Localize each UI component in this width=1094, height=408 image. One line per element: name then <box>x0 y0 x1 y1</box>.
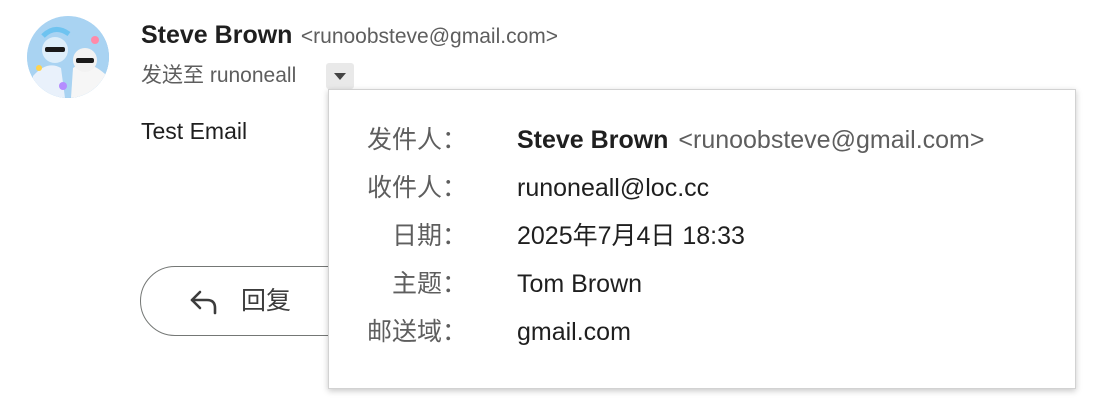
subject-value: Tom Brown <box>517 270 643 298</box>
sender-name[interactable]: Steve Brown <box>141 21 292 49</box>
detail-row-date: 日期： 2025年7月4日 18:33 <box>329 216 1075 256</box>
from-value: Steve Brown <runoobsteve@gmail.com> <box>517 120 984 160</box>
from-name: Steve Brown <box>517 126 669 154</box>
to-label: 收件人： <box>366 174 467 202</box>
avatar-illustration-icon <box>27 16 109 98</box>
message-body: Test Email <box>141 118 248 144</box>
mailed-by-value: gmail.com <box>517 318 631 346</box>
sender-line: Steve Brown <runoobsteve@gmail.com> <box>141 20 558 54</box>
detail-row-subject: 主题： Tom Brown <box>329 264 1075 304</box>
reply-arrow-icon <box>190 290 217 315</box>
date-label: 日期： <box>391 222 467 250</box>
from-label: 发件人： <box>366 126 467 154</box>
subject-label: 主题： <box>391 270 467 298</box>
sender-avatar[interactable] <box>27 16 109 98</box>
to-value: runoneall@loc.cc <box>517 174 710 202</box>
message-details-popup: 发件人： Steve Brown <runoobsteve@gmail.com>… <box>328 89 1076 389</box>
sender-email: <runoobsteve@gmail.com> <box>300 25 559 48</box>
detail-row-to: 收件人： runoneall@loc.cc <box>329 168 1075 208</box>
reply-label: 回复 <box>241 287 292 315</box>
date-value: 2025年7月4日 18:33 <box>517 222 745 250</box>
caret-down-icon <box>334 72 346 80</box>
from-email: <runoobsteve@gmail.com> <box>678 126 985 154</box>
detail-row-mailed-by: 邮送域： gmail.com <box>329 312 1075 352</box>
detail-row-from: 发件人： Steve Brown <runoobsteve@gmail.com> <box>329 120 1075 160</box>
recipient-summary: 发送至 runoneall <box>141 64 297 87</box>
show-details-button[interactable] <box>326 63 354 89</box>
mailed-by-label: 邮送域： <box>366 318 467 346</box>
